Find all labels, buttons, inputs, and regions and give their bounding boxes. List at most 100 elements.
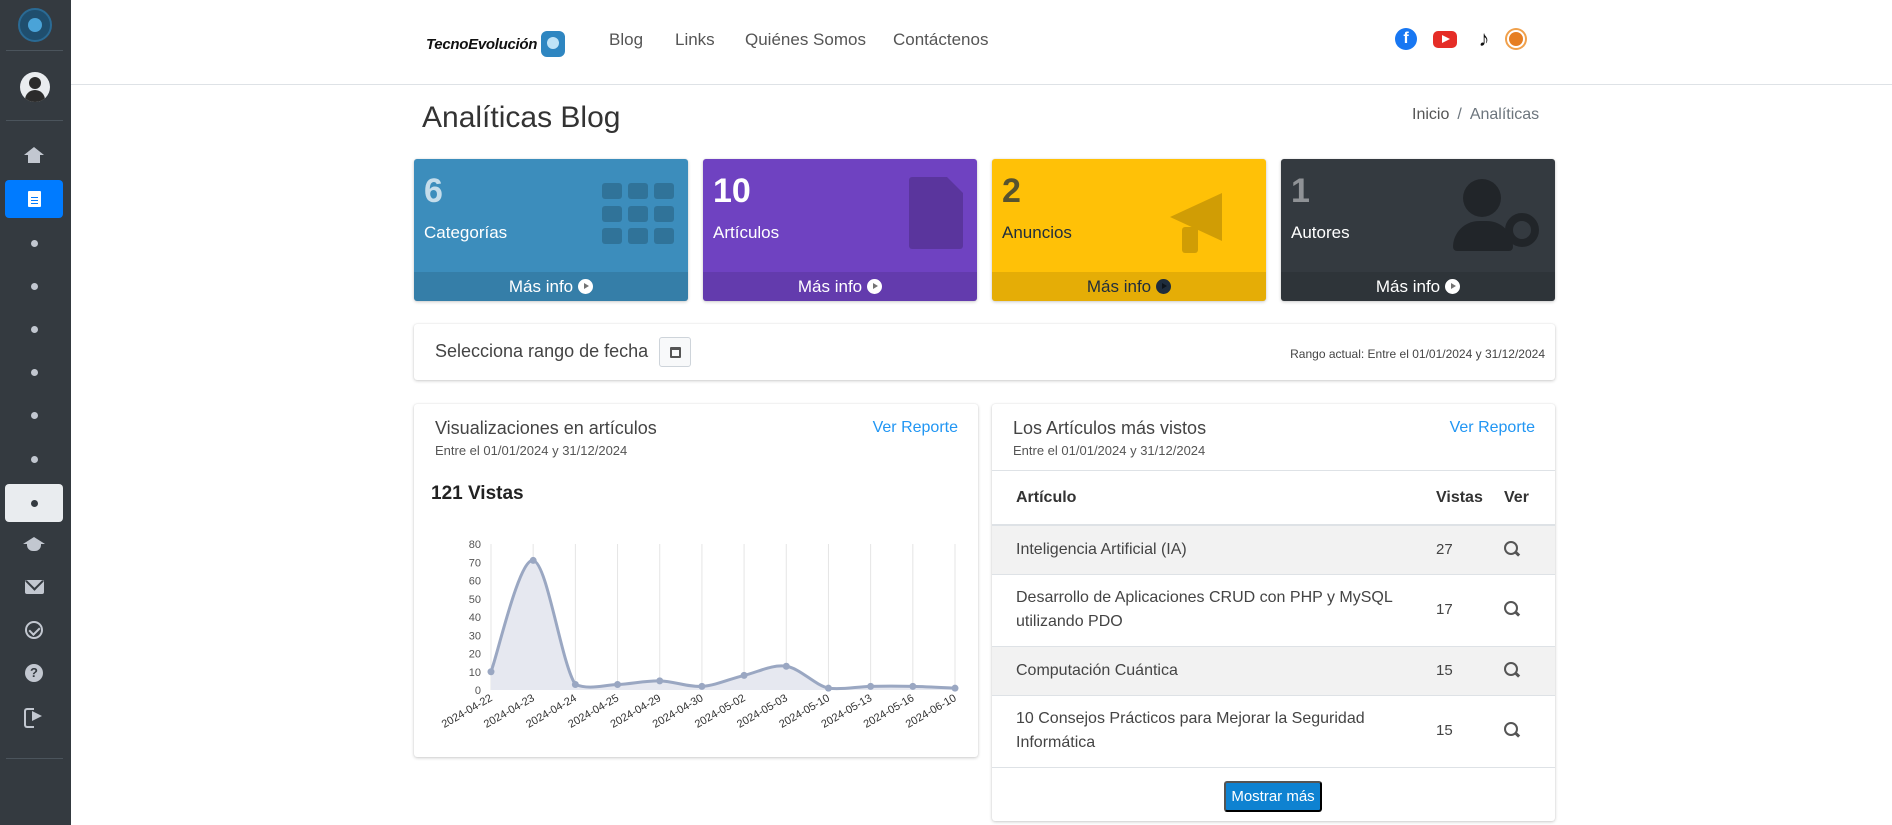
more-info-link[interactable]: Más info [992,272,1266,301]
stat-value: 2 [1002,172,1021,210]
y-tick-label: 20 [469,649,481,661]
dot-icon [30,325,38,333]
calendar-icon [669,346,681,358]
y-tick-label: 50 [469,594,481,606]
stat-box-categories: 6 Categorías Más info [414,159,688,301]
table-row: Inteligencia Artificial (IA) 27 [992,526,1555,575]
nav-link-contact[interactable]: Contáctenos [893,30,988,50]
th-icon [602,183,674,245]
brand-logo[interactable]: TecnoEvolución [426,26,566,62]
stat-label: Categorías [424,223,508,242]
y-tick-label: 30 [469,630,481,642]
column-header-article: Artículo [1016,489,1077,506]
data-point [487,668,495,676]
data-point [782,662,790,670]
page-title: Analíticas Blog [422,101,621,134]
sidebar-item-sub-3[interactable] [5,310,63,348]
more-info-label: Más info [1375,276,1441,296]
date-range-card: Selecciona rango de fecha Rango actual: … [414,324,1555,380]
date-range-button[interactable] [659,337,691,367]
sidebar-item-articles[interactable] [5,180,63,218]
nav-link-about[interactable]: Quiénes Somos [745,30,866,50]
article-views: 15 [1436,662,1453,679]
search-icon[interactable] [1504,722,1520,738]
sidebar-item-sub-6[interactable] [5,440,63,478]
date-range-label: Selecciona rango de fecha [435,341,649,361]
nav-link-links[interactable]: Links [675,30,715,50]
views-area-chart: 010203040506070802024-04-222024-04-23202… [440,539,959,731]
y-tick-label: 60 [469,576,481,588]
sidebar-item-home[interactable] [5,136,63,174]
sidebar-item-sub-4[interactable] [5,353,63,391]
file-icon [909,177,963,249]
envelope-icon [24,580,44,594]
youtube-icon[interactable] [1433,31,1457,48]
search-icon[interactable] [1504,601,1520,617]
card-subtitle: Entre el 01/01/2024 y 31/12/2024 [1013,443,1206,458]
article-title: Desarrollo de Aplicaciones CRUD con PHP … [1016,589,1393,630]
table-row: Computación Cuántica 15 [992,647,1555,696]
dot-icon [30,499,38,507]
more-info-link[interactable]: Más info [414,272,688,301]
data-point [740,671,748,679]
view-report-link[interactable]: Ver Reporte [873,419,958,437]
data-point [698,682,706,690]
total-views: 121 Vistas [431,483,524,504]
sidebar-item-sub-2[interactable] [5,267,63,305]
more-info-link[interactable]: Más info [703,272,977,301]
breadcrumb: Inicio / Analíticas [1412,106,1539,124]
y-tick-label: 0 [475,685,481,697]
column-header-see: Ver [1504,489,1529,506]
more-info-label: Más info [1086,276,1152,296]
sidebar-item-tasks[interactable] [5,611,63,649]
theme-sun-icon[interactable] [1509,32,1523,46]
more-info-label: Más info [797,276,863,296]
search-icon[interactable] [1504,541,1520,557]
arrow-circle-right-icon [578,279,594,294]
dot-icon [30,368,38,376]
sidebar-divider [6,758,63,759]
sidebar-item-help[interactable]: ? [5,654,63,692]
data-point [614,681,622,689]
sidebar-item-messages[interactable] [5,568,63,606]
data-point [656,677,664,685]
data-point [867,682,875,690]
y-tick-label: 40 [469,612,481,624]
nav-link-blog[interactable]: Blog [609,30,643,50]
search-icon[interactable] [1504,662,1520,678]
dot-icon [30,411,38,419]
sign-out-icon [24,708,44,728]
home-icon [24,147,44,163]
document-icon [27,191,41,207]
tiktok-icon[interactable]: ♪ [1473,26,1495,51]
arrow-circle-right-icon [867,279,883,294]
app-logo[interactable] [18,8,52,42]
facebook-icon[interactable]: f [1395,28,1417,50]
show-more-button[interactable]: Mostrar más [1224,781,1322,812]
article-views: 15 [1436,722,1453,739]
bullhorn-icon [1170,181,1250,253]
breadcrumb-home-link[interactable]: Inicio [1412,106,1449,124]
article-views: 17 [1436,601,1453,618]
sidebar-item-courses[interactable] [5,526,63,564]
breadcrumb-current: Analíticas [1469,106,1540,123]
stat-box-authors: 1 Autores Más info [1281,159,1555,301]
brand-name: TecnoEvolución [426,35,538,53]
graduation-cap-icon [23,537,45,553]
view-report-link[interactable]: Ver Reporte [1450,419,1535,437]
stat-label: Artículos [713,223,780,242]
data-point [824,684,832,692]
current-range-text: Rango actual: Entre el 01/01/2024 y 31/1… [1290,347,1545,361]
dot-icon [30,282,38,290]
y-tick-label: 70 [469,557,481,569]
article-title: 10 Consejos Prácticos para Mejorar la Se… [1016,710,1365,751]
table-row: Desarrollo de Aplicaciones CRUD con PHP … [992,575,1555,647]
sidebar-item-logout[interactable] [5,697,63,735]
more-info-link[interactable]: Más info [1281,272,1555,301]
stat-box-articles: 10 Artículos Más info [703,159,977,301]
user-avatar[interactable] [20,72,50,102]
sidebar-item-sub-5[interactable] [5,396,63,434]
sidebar-item-analytics[interactable] [5,484,63,522]
sidebar-item-sub-1[interactable] [5,224,63,262]
stat-value: 10 [713,172,751,210]
